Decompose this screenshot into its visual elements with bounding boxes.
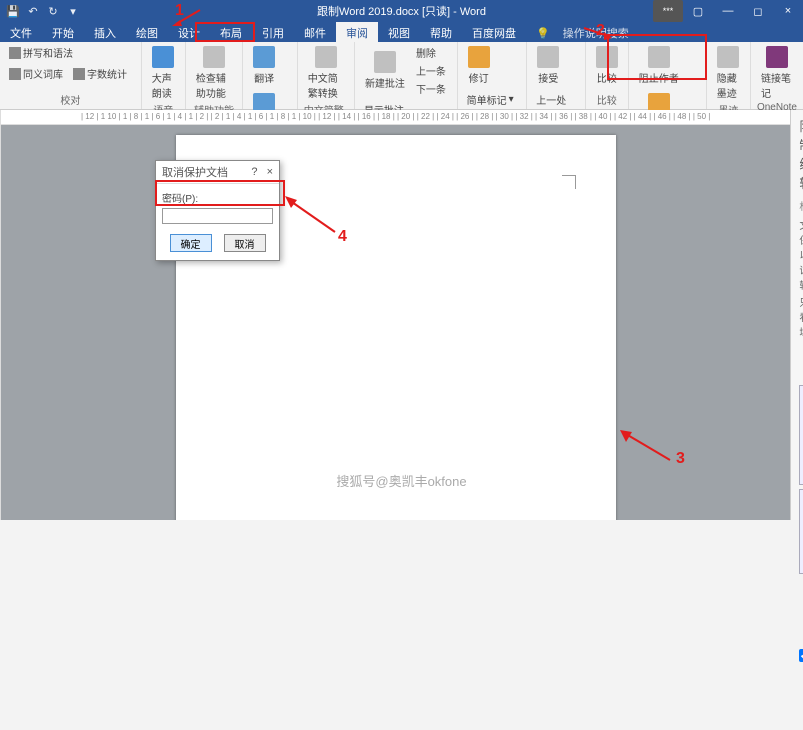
tab-view[interactable]: 视图 <box>378 22 420 42</box>
new-comment-button[interactable]: 新建批注 <box>361 49 409 92</box>
tab-draw[interactable]: 绘图 <box>126 22 168 42</box>
highlight-regions-checkbox[interactable]: 突出显示可编辑的区域 <box>799 580 803 730</box>
dialog-title: 取消保护文档 <box>162 164 228 180</box>
group-label: 校对 <box>60 92 80 107</box>
arrow-3 <box>620 430 675 465</box>
annotation-number-2: 2 <box>596 22 605 40</box>
titlebar: 💾 ↶ ↻ ▾ 跟制Word 2019.docx [只读] - Word ***… <box>0 0 803 22</box>
cjk-icon <box>315 46 337 68</box>
checkbox-input[interactable] <box>799 649 803 662</box>
group-cjk: 中文简繁转换 中文简繁转换 <box>298 42 355 109</box>
horizontal-ruler: | 12 | 1 10 | 1 | 8 | 1 | 6 | 1 | 4 | 1 … <box>1 110 790 125</box>
redo-icon[interactable]: ↻ <box>46 4 60 18</box>
group-speech: 大声朗读 语音 <box>142 42 186 109</box>
tab-mailings[interactable]: 邮件 <box>294 22 336 42</box>
wordcount-button[interactable]: 字数统计 <box>70 65 130 82</box>
window-title: 跟制Word 2019.docx [只读] - Word <box>317 3 486 19</box>
markup-select[interactable]: 简单标记 ▾ <box>464 91 517 108</box>
maximize-icon[interactable]: ◻ <box>743 0 773 22</box>
accept-icon <box>537 46 559 68</box>
annotation-number-3: 3 <box>676 450 685 468</box>
cancel-button[interactable]: 取消 <box>224 234 266 252</box>
access-icon <box>203 46 225 68</box>
ink-icon <box>717 46 739 68</box>
restrict-editing-pane: 限制编辑 ▾ × 权限 文档受保护，以防止误编辑。 只能查看此区域。 查找下一个… <box>790 110 803 520</box>
onenote-button[interactable]: 链接笔记 <box>757 44 797 102</box>
group-ink: 隐藏墨迹 墨迹 <box>707 42 751 109</box>
pane-text: 文档受保护，以防止误编辑。 <box>799 217 803 292</box>
spell-icon <box>9 47 21 59</box>
close-icon[interactable]: × <box>773 0 803 22</box>
dialog-close-icon[interactable]: × <box>267 166 273 178</box>
qat-more-icon[interactable]: ▾ <box>66 4 80 18</box>
ribbon: 拼写和语法 同义词库 字数统计 校对 大声朗读 语音 检查辅助功能 辅助功能 翻… <box>0 42 803 110</box>
find-next-region-button[interactable]: 查找下一个可编辑的区域 <box>799 385 803 485</box>
show-all-regions-button[interactable]: 显示可编辑的所有区域 <box>799 489 803 574</box>
arrow-4 <box>285 196 340 236</box>
unprotect-document-dialog: 取消保护文档 ? × 密码(P): 确定 取消 <box>155 160 280 261</box>
crop-mark <box>562 175 576 189</box>
tab-home[interactable]: 开始 <box>42 22 84 42</box>
ribbon-opts-icon[interactable]: ▢ <box>683 0 713 22</box>
pane-title: 限制编辑 <box>799 116 803 192</box>
group-compare: 比较 比较 <box>586 42 629 109</box>
count-icon <box>73 68 85 80</box>
compare-icon <box>596 46 618 68</box>
dialog-help-icon[interactable]: ? <box>251 166 257 178</box>
group-tracking: 修订 简单标记 ▾ 显示标记 ▾ 审阅窗格 ▾ 修订 <box>458 42 528 109</box>
onenote-icon <box>766 46 788 68</box>
annotation-number-1: 1 <box>175 2 184 20</box>
next-comment-button[interactable]: 下一条 <box>413 80 449 97</box>
spelling-button[interactable]: 拼写和语法 <box>6 44 76 61</box>
pane-text: 只能查看此区域。 <box>799 294 803 339</box>
tab-insert[interactable]: 插入 <box>84 22 126 42</box>
group-proofing: 拼写和语法 同义词库 字数统计 校对 <box>0 42 142 109</box>
hide-ink-button[interactable]: 隐藏墨迹 <box>713 44 744 102</box>
window-controls: *** ▢ — ◻ × <box>653 0 803 22</box>
group-comments: 新建批注 删除 上一条 下一条 显示批注 批注 <box>355 42 458 109</box>
group-onenote: 链接笔记 OneNote <box>751 42 803 109</box>
tab-help[interactable]: 帮助 <box>420 22 462 42</box>
ok-button[interactable]: 确定 <box>170 234 212 252</box>
comment-icon <box>374 51 396 73</box>
cjk-convert-button[interactable]: 中文简繁转换 <box>304 44 348 102</box>
thesaurus-button[interactable]: 同义词库 <box>6 65 66 82</box>
check-access-button[interactable]: 检查辅助功能 <box>192 44 236 102</box>
watermark: 搜狐号@奥凯丰okfone <box>336 471 466 490</box>
block-authors-button[interactable]: 阻止作者 <box>635 44 683 87</box>
tab-file[interactable]: 文件 <box>0 22 42 42</box>
group-accessibility: 检查辅助功能 辅助功能 <box>186 42 243 109</box>
translate-button[interactable]: 翻译 <box>249 44 279 87</box>
prev-comment-button[interactable]: 上一条 <box>413 62 449 79</box>
save-icon[interactable]: 💾 <box>6 4 20 18</box>
track-icon <box>468 46 490 68</box>
track-changes-button[interactable]: 修订 <box>464 44 494 87</box>
compare-button[interactable]: 比较 <box>592 44 622 87</box>
password-input[interactable] <box>162 208 273 224</box>
tab-baidu[interactable]: 百度网盘 <box>462 22 526 42</box>
group-protect: 阻止作者 限制编辑 保护 <box>629 42 707 109</box>
prev-change-button[interactable]: 上一处 <box>533 91 569 108</box>
pane-section-header: 权限 <box>799 198 803 213</box>
delete-comment-button[interactable]: 删除 <box>413 44 449 61</box>
menubar: 文件 开始 插入 绘图 设计 布局 引用 邮件 审阅 视图 帮助 百度网盘 💡 … <box>0 22 803 42</box>
book-icon <box>9 68 21 80</box>
accept-button[interactable]: 接受 <box>533 44 563 87</box>
quick-access-toolbar: 💾 ↶ ↻ ▾ <box>0 4 86 18</box>
read-aloud-button[interactable]: 大声朗读 <box>148 44 179 102</box>
group-changes: 接受 上一处 下一处 更改 <box>527 42 586 109</box>
tab-review[interactable]: 审阅 <box>336 22 378 42</box>
speaker-icon <box>152 46 174 68</box>
password-label: 密码(P): <box>162 190 273 205</box>
group-label: 比较 <box>597 92 617 107</box>
translate-icon <box>253 46 275 68</box>
annotation-number-4: 4 <box>338 228 347 246</box>
group-language: 翻译 语言 语言 <box>243 42 298 109</box>
tab-layout[interactable]: 布局 <box>210 22 252 42</box>
minimize-icon[interactable]: — <box>713 0 743 22</box>
undo-icon[interactable]: ↶ <box>26 4 40 18</box>
user-badge[interactable]: *** <box>653 0 683 22</box>
tab-references[interactable]: 引用 <box>252 22 294 42</box>
block-icon <box>648 46 670 68</box>
